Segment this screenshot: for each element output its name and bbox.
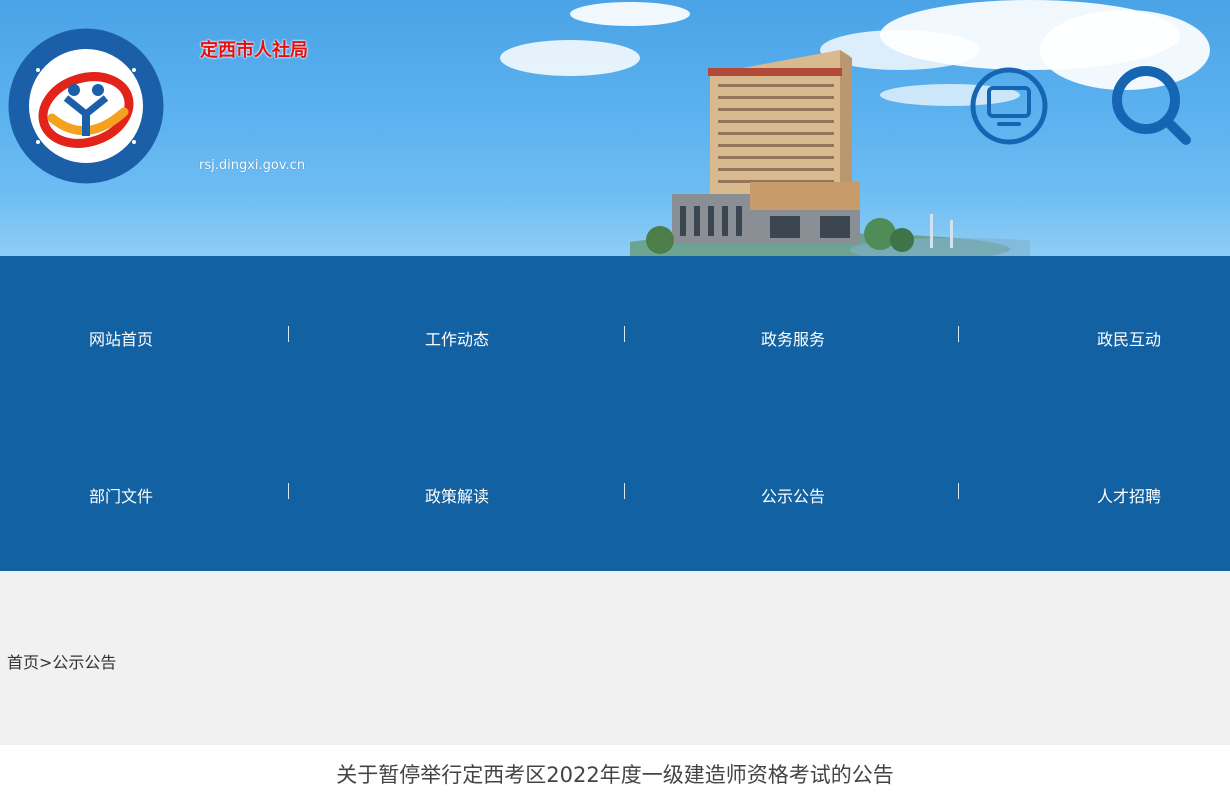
cloud-decoration xyxy=(500,40,640,76)
search-icon[interactable] xyxy=(1110,64,1194,148)
nav-divider xyxy=(624,326,625,342)
cloud-decoration xyxy=(570,2,690,26)
main-navigation: 网站首页 工作动态 政务服务 政民互动 部门文件 政策解读 公示公告 人才招聘 xyxy=(0,256,1230,571)
nav-divider xyxy=(624,483,625,499)
monitor-icon[interactable] xyxy=(969,66,1049,146)
site-logo-emblem-icon[interactable] xyxy=(8,28,164,184)
nav-item-policy-interpretation[interactable]: 政策解读 xyxy=(425,483,489,507)
nav-divider xyxy=(288,483,289,499)
nav-item-dept-docs[interactable]: 部门文件 xyxy=(89,483,153,507)
breadcrumb-home-link[interactable]: 首页 xyxy=(7,653,39,672)
nav-item-talent-recruitment[interactable]: 人才招聘 xyxy=(1097,483,1161,507)
nav-row-2: 部门文件 政策解读 公示公告 人才招聘 xyxy=(0,473,1230,513)
header-banner: 定西市人社局 rsj.dingxi.gov.cn xyxy=(0,0,1230,256)
breadcrumb-band: 首页>公示公告 xyxy=(0,571,1230,745)
nav-item-interaction[interactable]: 政民互动 xyxy=(1097,326,1161,350)
article-title: 关于暂停举行定西考区2022年度一级建造师资格考试的公告 xyxy=(336,763,894,787)
breadcrumb-separator: > xyxy=(39,653,53,672)
nav-item-gov-services[interactable]: 政务服务 xyxy=(761,326,825,350)
breadcrumb: 首页>公示公告 xyxy=(7,649,116,673)
site-url: rsj.dingxi.gov.cn xyxy=(199,158,306,173)
breadcrumb-current-link[interactable]: 公示公告 xyxy=(52,653,116,672)
nav-row-1: 网站首页 工作动态 政务服务 政民互动 xyxy=(0,316,1230,356)
nav-divider xyxy=(958,483,959,499)
site-title[interactable]: 定西市人社局 xyxy=(200,36,308,62)
nav-item-announcements[interactable]: 公示公告 xyxy=(761,483,825,507)
nav-item-work-news[interactable]: 工作动态 xyxy=(425,326,489,350)
nav-divider xyxy=(288,326,289,342)
nav-item-home[interactable]: 网站首页 xyxy=(89,326,153,350)
nav-divider xyxy=(958,326,959,342)
